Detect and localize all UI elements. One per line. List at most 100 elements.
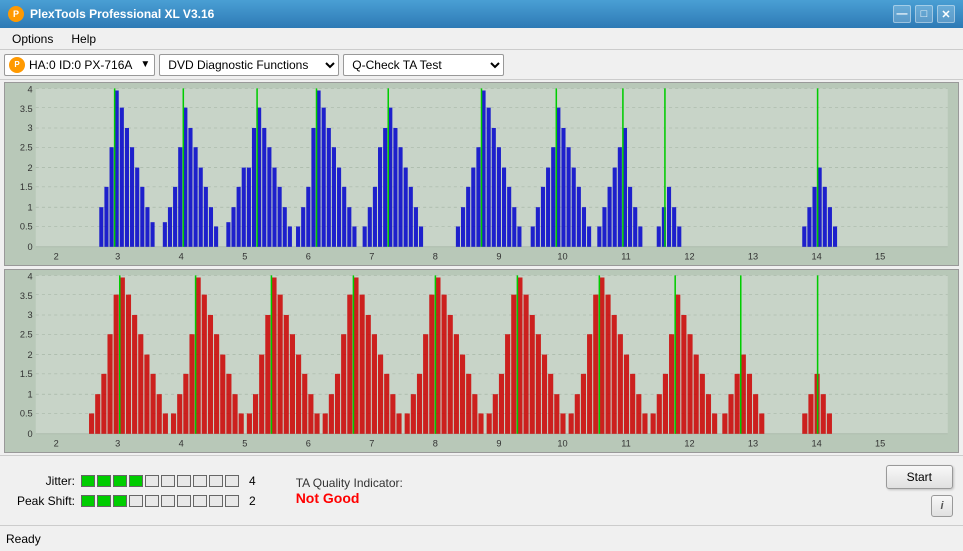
bottom-panel: Jitter: 4 Peak Shift: (0, 455, 963, 525)
svg-text:7: 7 (369, 437, 374, 448)
peak-seg-8 (193, 495, 207, 507)
svg-text:15: 15 (875, 250, 885, 261)
svg-text:0.5: 0.5 (20, 407, 33, 418)
title-controls: — □ ✕ (893, 5, 955, 23)
drive-dropdown-icon[interactable]: ▼ (140, 59, 150, 70)
svg-text:3: 3 (115, 250, 120, 261)
svg-text:0: 0 (28, 241, 33, 252)
svg-text:2.5: 2.5 (20, 328, 33, 339)
jitter-seg-9 (209, 475, 223, 487)
svg-text:6: 6 (306, 250, 311, 261)
peak-seg-5 (145, 495, 159, 507)
peak-shift-value: 2 (249, 494, 256, 508)
function-select[interactable]: DVD Diagnostic Functions CD Diagnostic F… (159, 54, 339, 76)
svg-text:2: 2 (54, 437, 59, 448)
close-button[interactable]: ✕ (937, 5, 955, 23)
info-button[interactable]: i (931, 495, 953, 517)
peak-shift-bar (81, 495, 239, 507)
ta-quality-label: TA Quality Indicator: (296, 476, 403, 490)
peak-seg-4 (129, 495, 143, 507)
jitter-seg-1 (81, 475, 95, 487)
app-icon: P (8, 6, 24, 22)
jitter-seg-7 (177, 475, 191, 487)
start-button[interactable]: Start (886, 465, 953, 489)
peak-seg-10 (225, 495, 239, 507)
menu-help[interactable]: Help (63, 30, 104, 48)
svg-text:1: 1 (28, 201, 33, 212)
bottom-chart: 4 3.5 3 2.5 2 1.5 1 0.5 0 2 3 4 5 6 7 8 … (5, 270, 958, 452)
svg-text:12: 12 (684, 250, 694, 261)
metrics-section: Jitter: 4 Peak Shift: (10, 474, 256, 508)
svg-text:5: 5 (242, 250, 247, 261)
bottom-chart-container: 4 3.5 3 2.5 2 1.5 1 0.5 0 2 3 4 5 6 7 8 … (4, 269, 959, 453)
svg-text:2: 2 (54, 250, 59, 261)
peak-seg-6 (161, 495, 175, 507)
jitter-bar (81, 475, 239, 487)
jitter-seg-10 (225, 475, 239, 487)
svg-text:13: 13 (748, 250, 758, 261)
svg-text:14: 14 (811, 250, 821, 261)
jitter-seg-2 (97, 475, 111, 487)
menu-options[interactable]: Options (4, 30, 61, 48)
jitter-seg-3 (113, 475, 127, 487)
svg-text:4: 4 (179, 250, 184, 261)
jitter-label: Jitter: (10, 474, 75, 488)
svg-text:7: 7 (369, 250, 374, 261)
svg-text:2.5: 2.5 (20, 141, 33, 152)
drive-icon: P (9, 57, 25, 73)
ta-quality-value: Not Good (296, 490, 403, 506)
svg-text:3.5: 3.5 (20, 290, 33, 301)
start-button-section: Start i (886, 465, 953, 517)
svg-text:10: 10 (557, 437, 567, 448)
minimize-button[interactable]: — (893, 5, 911, 23)
top-chart-container: 4 3.5 3 2.5 2 1.5 1 0.5 0 2 3 4 5 6 7 8 … (4, 82, 959, 266)
svg-text:1: 1 (28, 388, 33, 399)
jitter-seg-5 (145, 475, 159, 487)
svg-text:4: 4 (179, 437, 184, 448)
svg-text:15: 15 (875, 437, 885, 448)
peak-seg-3 (113, 495, 127, 507)
maximize-button[interactable]: □ (915, 5, 933, 23)
drive-label: HA:0 ID:0 PX-716A (29, 58, 132, 72)
svg-text:3: 3 (28, 309, 33, 320)
svg-text:4: 4 (28, 83, 33, 94)
svg-text:11: 11 (621, 250, 631, 261)
svg-text:3.5: 3.5 (20, 103, 33, 114)
svg-text:8: 8 (433, 437, 438, 448)
title-bar: P PlexTools Professional XL V3.16 — □ ✕ (0, 0, 963, 28)
peak-seg-7 (177, 495, 191, 507)
jitter-value: 4 (249, 474, 256, 488)
svg-text:0.5: 0.5 (20, 220, 33, 231)
jitter-seg-6 (161, 475, 175, 487)
drive-selector: P HA:0 ID:0 PX-716A ▼ (4, 54, 155, 76)
svg-text:8: 8 (433, 250, 438, 261)
toolbar: P HA:0 ID:0 PX-716A ▼ DVD Diagnostic Fun… (0, 50, 963, 80)
peak-seg-1 (81, 495, 95, 507)
svg-text:14: 14 (811, 437, 821, 448)
svg-text:1.5: 1.5 (20, 181, 33, 192)
title-bar-left: P PlexTools Professional XL V3.16 (8, 6, 214, 22)
svg-text:2: 2 (28, 162, 33, 173)
svg-text:12: 12 (684, 437, 694, 448)
ta-quality-section: TA Quality Indicator: Not Good (276, 476, 403, 506)
svg-text:13: 13 (748, 437, 758, 448)
svg-text:3: 3 (115, 437, 120, 448)
svg-text:0: 0 (28, 428, 33, 439)
jitter-seg-8 (193, 475, 207, 487)
jitter-row: Jitter: 4 (10, 474, 256, 488)
test-select[interactable]: Q-Check TA Test Q-Check PI/PO Test Q-Che… (343, 54, 504, 76)
svg-text:11: 11 (621, 437, 631, 448)
status-bar: Ready (0, 525, 963, 551)
svg-text:2: 2 (28, 349, 33, 360)
svg-text:4: 4 (28, 270, 33, 281)
svg-text:3: 3 (28, 122, 33, 133)
app-title: PlexTools Professional XL V3.16 (30, 7, 214, 21)
svg-text:10: 10 (557, 250, 567, 261)
svg-text:9: 9 (496, 250, 501, 261)
peak-seg-9 (209, 495, 223, 507)
top-chart: 4 3.5 3 2.5 2 1.5 1 0.5 0 2 3 4 5 6 7 8 … (5, 83, 958, 265)
status-text: Ready (6, 532, 41, 546)
svg-text:1.5: 1.5 (20, 368, 33, 379)
menu-bar: Options Help (0, 28, 963, 50)
svg-text:9: 9 (496, 437, 501, 448)
